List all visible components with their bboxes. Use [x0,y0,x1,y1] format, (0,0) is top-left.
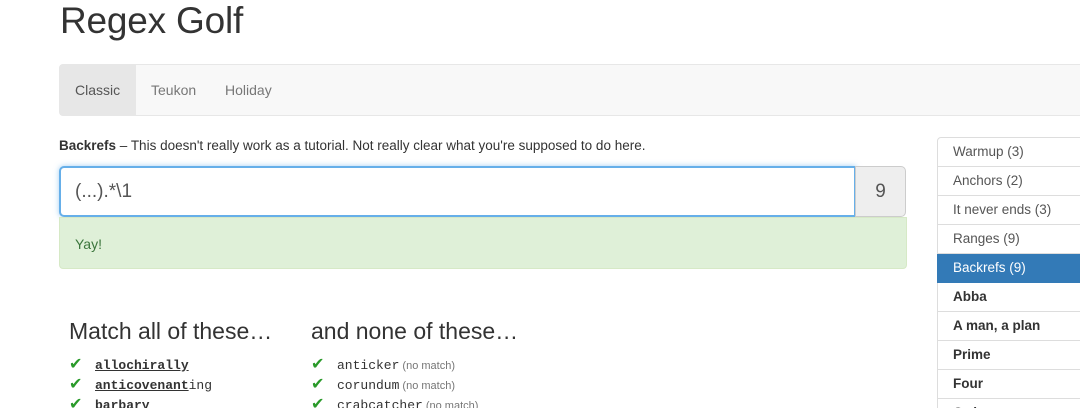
level-description-text: – This doesn't really work as a tutorial… [116,138,646,153]
score-badge: 9 [855,166,906,217]
check-icon: ✔ [69,396,83,408]
word-matched-part: allochirally [95,358,189,373]
nomatch-heading: and none of these… [311,318,519,344]
check-icon: ✔ [311,356,325,373]
check-icon: ✔ [311,396,325,408]
page-title: Regex Golf [60,0,244,41]
puzzle-set-navbar: Classic Teukon Holiday [59,64,1080,116]
check-icon: ✔ [69,356,83,373]
tab-classic[interactable]: Classic [60,65,136,115]
sidebar-item-prime[interactable]: Prime [937,341,1080,370]
check-icon: ✔ [69,376,83,393]
check-icon: ✔ [311,376,325,393]
list-item: ✔ corundum (no match) [311,375,478,395]
word: anticker [337,358,400,373]
level-name: Backrefs [59,138,117,153]
list-item: ✔ allochirally [69,355,212,375]
nomatch-list: ✔ anticker (no match) ✔ corundum (no match) … [311,355,478,408]
list-item: ✔ crabcatcher (no match) [311,395,478,408]
word-matched-part: anticovenant [95,378,189,393]
success-alert: Yay! [59,217,907,269]
match-list: ✔ allochirally ✔ anticovenanting ✔ barbary [69,355,212,408]
sidebar-item-abba[interactable]: Abba [937,283,1080,312]
no-match-note: (no match) [402,380,455,392]
word: crabcatcher [337,398,423,408]
no-match-note: (no match) [425,400,479,408]
sidebar-item-backrefs[interactable]: Backrefs (9) [937,254,1080,283]
sidebar-item-anchors[interactable]: Anchors (2) [937,167,1080,196]
sidebar-item-warmup[interactable]: Warmup (3) [937,137,1080,167]
tab-teukon[interactable]: Teukon [136,65,211,115]
word-matched-part: barbary [95,398,150,408]
no-match-note: (no match) [402,360,455,372]
sidebar-item-a-man-a-plan[interactable]: A man, a plan [937,312,1080,341]
tab-holiday[interactable]: Holiday [210,65,287,115]
regex-input-group: 9 [59,166,906,217]
regex-input[interactable] [59,166,856,217]
list-item: ✔ anticovenanting [69,375,212,395]
list-item: ✔ barbary [69,395,212,408]
list-item: ✔ anticker (no match) [311,355,478,375]
match-heading: Match all of these… [69,318,273,344]
sidebar-item-four[interactable]: Four [937,370,1080,399]
sidebar-item-order[interactable]: Order [937,399,1080,408]
level-description: Backrefs – This doesn't really work as a… [59,138,645,153]
sidebar-item-ranges[interactable]: Ranges (9) [937,225,1080,254]
word-rest: ing [188,378,213,393]
word: corundum [337,378,400,393]
level-sidebar: Warmup (3) Anchors (2) It never ends (3)… [937,137,1080,408]
sidebar-item-it-never-ends[interactable]: It never ends (3) [937,196,1080,225]
